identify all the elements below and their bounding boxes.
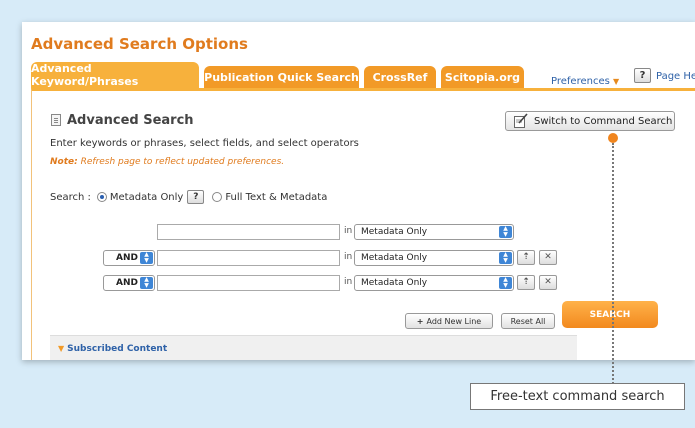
select-arrows-icon: ▲ ▼: [499, 252, 512, 264]
preferences-label: Preferences: [551, 76, 610, 87]
select-arrows-icon: ▲ ▼: [499, 226, 512, 238]
subscribed-content-label: Subscribed Content: [67, 344, 168, 354]
callout-leader-line: [612, 143, 614, 384]
add-line-icon: +: [416, 316, 424, 326]
tab-scitopia[interactable]: Scitopia.org: [441, 66, 524, 88]
instructions-text: Enter keywords or phrases, select fields…: [50, 138, 359, 149]
preferences-link[interactable]: Preferences ▼: [551, 76, 619, 87]
operator-value: AND: [116, 278, 138, 288]
field-select-3[interactable]: Metadata Only ▲ ▼: [354, 275, 514, 291]
tab-publication-quick-search[interactable]: Publication Quick Search: [204, 66, 359, 88]
field-select-1[interactable]: Metadata Only ▲ ▼: [354, 224, 514, 240]
note-text: Refresh page to reflect updated preferen…: [80, 157, 285, 167]
operator-value: AND: [116, 253, 138, 263]
move-up-icon[interactable]: ⇡: [517, 275, 535, 290]
metadata-only-label: Metadata Only: [109, 191, 184, 203]
search-button[interactable]: SEARCH: [562, 301, 658, 328]
note-label: Note:: [50, 157, 78, 167]
search-scope-label: Search :: [50, 191, 91, 203]
page-title: Advanced Search Options: [31, 35, 248, 53]
add-new-line-label: Add New Line: [426, 316, 482, 326]
help-icon[interactable]: ?: [634, 68, 651, 83]
in-label: in: [344, 252, 353, 262]
select-arrows-icon: ▲ ▼: [140, 252, 153, 264]
select-arrows-icon: ▲ ▼: [140, 277, 153, 289]
section-title: Advanced Search: [67, 113, 194, 128]
field-select-value: Metadata Only: [361, 227, 428, 237]
add-new-line-button[interactable]: + Add New Line: [405, 313, 493, 329]
full-text-label: Full Text & Metadata: [225, 191, 328, 203]
callout-label: Free-text command search: [470, 383, 685, 410]
subscribed-content-bar[interactable]: ▼ Subscribed Content: [50, 335, 577, 360]
in-label: in: [344, 277, 353, 287]
in-label: in: [344, 226, 353, 236]
tab-crossref[interactable]: CrossRef: [364, 66, 436, 88]
remove-line-icon[interactable]: ✕: [539, 275, 557, 290]
move-up-icon[interactable]: ⇡: [517, 250, 535, 265]
document-icon: [51, 114, 61, 126]
remove-line-icon[interactable]: ✕: [539, 250, 557, 265]
triangle-down-icon: ▼: [58, 344, 65, 353]
edit-pencil-icon: [514, 113, 528, 128]
switch-command-search-button[interactable]: Switch to Command Search: [505, 111, 675, 131]
keyword-input-1[interactable]: [157, 224, 340, 240]
caret-down-icon: ▼: [613, 77, 620, 86]
field-select-value: Metadata Only: [361, 253, 428, 263]
search-scope-row: Search : Metadata Only ? Full Text & Met…: [50, 190, 327, 204]
operator-select-2[interactable]: AND ▲ ▼: [103, 250, 155, 266]
tab-bar: Advanced Keyword/Phrases Publication Qui…: [31, 62, 695, 88]
advanced-search-window: Advanced Search Options Advanced Keyword…: [22, 22, 695, 360]
callout-anchor-dot: [608, 133, 618, 143]
search-panel: Advanced Search Switch to Command Search…: [31, 88, 695, 360]
metadata-only-radio[interactable]: [96, 192, 107, 202]
tab-advanced-keyword[interactable]: Advanced Keyword/Phrases: [31, 62, 199, 88]
preferences-note: Note: Refresh page to reflect updated pr…: [50, 157, 284, 167]
full-text-radio[interactable]: [212, 192, 223, 202]
field-select-value: Metadata Only: [361, 278, 428, 288]
select-arrows-icon: ▲ ▼: [499, 277, 512, 289]
page-help-link[interactable]: Page Help: [656, 71, 695, 82]
subscribed-content-toggle: ▼ Subscribed Content: [58, 344, 167, 354]
field-select-2[interactable]: Metadata Only ▲ ▼: [354, 250, 514, 266]
keyword-input-2[interactable]: [157, 250, 340, 266]
operator-select-3[interactable]: AND ▲ ▼: [103, 275, 155, 291]
scope-help-icon[interactable]: ?: [187, 190, 205, 204]
reset-all-button[interactable]: Reset All: [501, 313, 555, 329]
keyword-input-3[interactable]: [157, 275, 340, 291]
switch-command-search-label: Switch to Command Search: [534, 115, 673, 127]
